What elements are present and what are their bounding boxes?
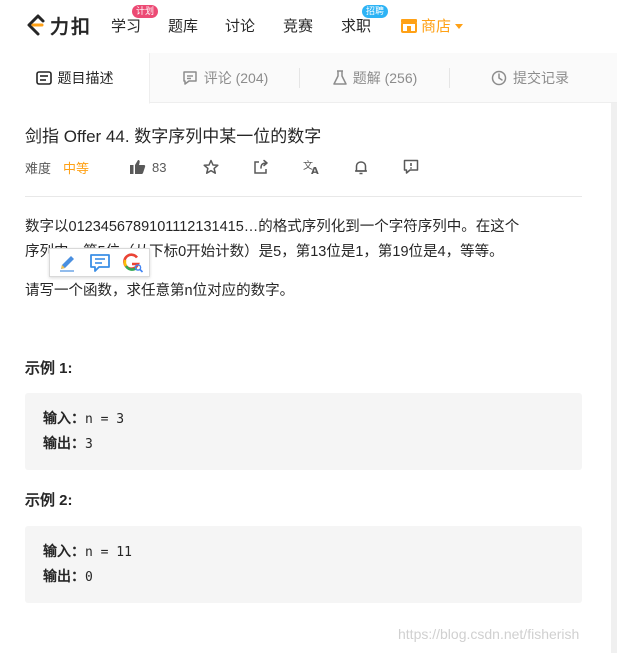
thumbs-up-icon <box>129 159 146 175</box>
problem-meta: 难度 中等 83 文 A <box>25 156 585 178</box>
nav-item-label: 讨论 <box>225 17 256 35</box>
example-1-title: 示例 1: <box>25 360 73 377</box>
example-2-output: 输出：0 <box>43 567 564 592</box>
example-2-block: 输入：n = 11 输出：0 <box>25 526 582 603</box>
difficulty-badge: 中等 <box>63 160 90 176</box>
clock-icon <box>491 70 507 86</box>
output-value: 3 <box>85 437 93 452</box>
hiring-badge: 招聘 <box>362 5 389 18</box>
example-1-block: 输入：n = 3 输出：3 <box>25 393 582 470</box>
nav-item-discuss[interactable]: 讨论 <box>225 0 255 50</box>
tab-label: 提交记录 <box>513 70 569 86</box>
nav-item-label: 题库 <box>168 17 199 35</box>
difficulty-label: 难度 <box>25 160 52 176</box>
comment-icon <box>182 70 198 86</box>
nav-item-label: 竞赛 <box>283 17 314 35</box>
logo[interactable]: 力扣 <box>24 0 92 50</box>
store-icon <box>400 17 418 33</box>
nav-item-contest[interactable]: 竞赛 <box>283 0 313 50</box>
like-button[interactable]: 83 <box>129 159 166 175</box>
input-value: n = 3 <box>85 412 125 427</box>
input-label: 输入： <box>43 410 85 426</box>
bell-icon[interactable] <box>353 159 369 175</box>
leetcode-logo-icon <box>24 13 46 37</box>
top-navbar: 力扣 学习 计划 题库 讨论 竞赛 求职 招聘 商店 <box>0 0 617 50</box>
watermark: https://blog.csdn.net/fisherish <box>398 626 580 642</box>
output-value: 0 <box>85 570 93 585</box>
description-icon <box>35 71 52 85</box>
tab-description[interactable]: 题目描述 <box>0 53 150 104</box>
nav-item-store[interactable]: 商店 <box>400 0 464 50</box>
translate-icon[interactable]: 文 A <box>303 159 321 175</box>
tab-label: 题解 (256) <box>352 70 418 86</box>
logo-text: 力扣 <box>50 16 93 38</box>
problem-tabs: 题目描述 评论 (204) 题解 (256) 提交记录 <box>0 53 617 104</box>
chevron-down-icon <box>455 23 464 29</box>
plan-badge: 计划 <box>132 5 159 18</box>
output-label: 输出： <box>43 568 85 584</box>
problem-title: 剑指 Offer 44. 数字序列中某一位的数字 <box>25 127 322 146</box>
input-label: 输入： <box>43 543 85 559</box>
floating-toolbar <box>49 248 150 277</box>
likes-count: 83 <box>152 159 167 175</box>
scrollbar[interactable] <box>611 103 617 653</box>
tab-label: 题目描述 <box>57 70 114 86</box>
example-1-output: 输出：3 <box>43 434 564 459</box>
header-divider <box>25 196 582 197</box>
svg-text:A: A <box>311 166 319 175</box>
tab-comments[interactable]: 评论 (204) <box>150 53 300 103</box>
tab-solutions[interactable]: 题解 (256) <box>300 53 450 103</box>
example-2-title: 示例 2: <box>25 492 73 509</box>
feedback-icon[interactable] <box>403 159 419 175</box>
nav-item-learn[interactable]: 学习 计划 <box>111 0 159 50</box>
share-icon[interactable] <box>253 159 269 175</box>
store-label: 商店 <box>421 17 452 35</box>
flask-icon <box>332 70 347 86</box>
nav-item-jobs[interactable]: 求职 招聘 <box>341 0 389 50</box>
chat-bubble-icon[interactable] <box>83 249 116 276</box>
output-label: 输出： <box>43 435 85 451</box>
description-line-3: 请写一个函数，求任意第n位对应的数字。 <box>25 283 295 299</box>
tab-label: 评论 (204) <box>203 70 269 86</box>
nav-item-problems[interactable]: 题库 <box>168 0 198 50</box>
input-value: n = 11 <box>85 545 132 560</box>
tab-submissions[interactable]: 提交记录 <box>450 53 610 103</box>
example-1-input: 输入：n = 3 <box>43 409 564 434</box>
pencil-icon[interactable] <box>50 249 83 276</box>
star-icon[interactable] <box>203 159 219 175</box>
example-2-input: 输入：n = 11 <box>43 542 564 567</box>
description-line-1: 数字以0123456789101112131415…的格式序列化到一个字符序列中… <box>25 219 520 235</box>
google-search-icon[interactable] <box>116 249 149 276</box>
